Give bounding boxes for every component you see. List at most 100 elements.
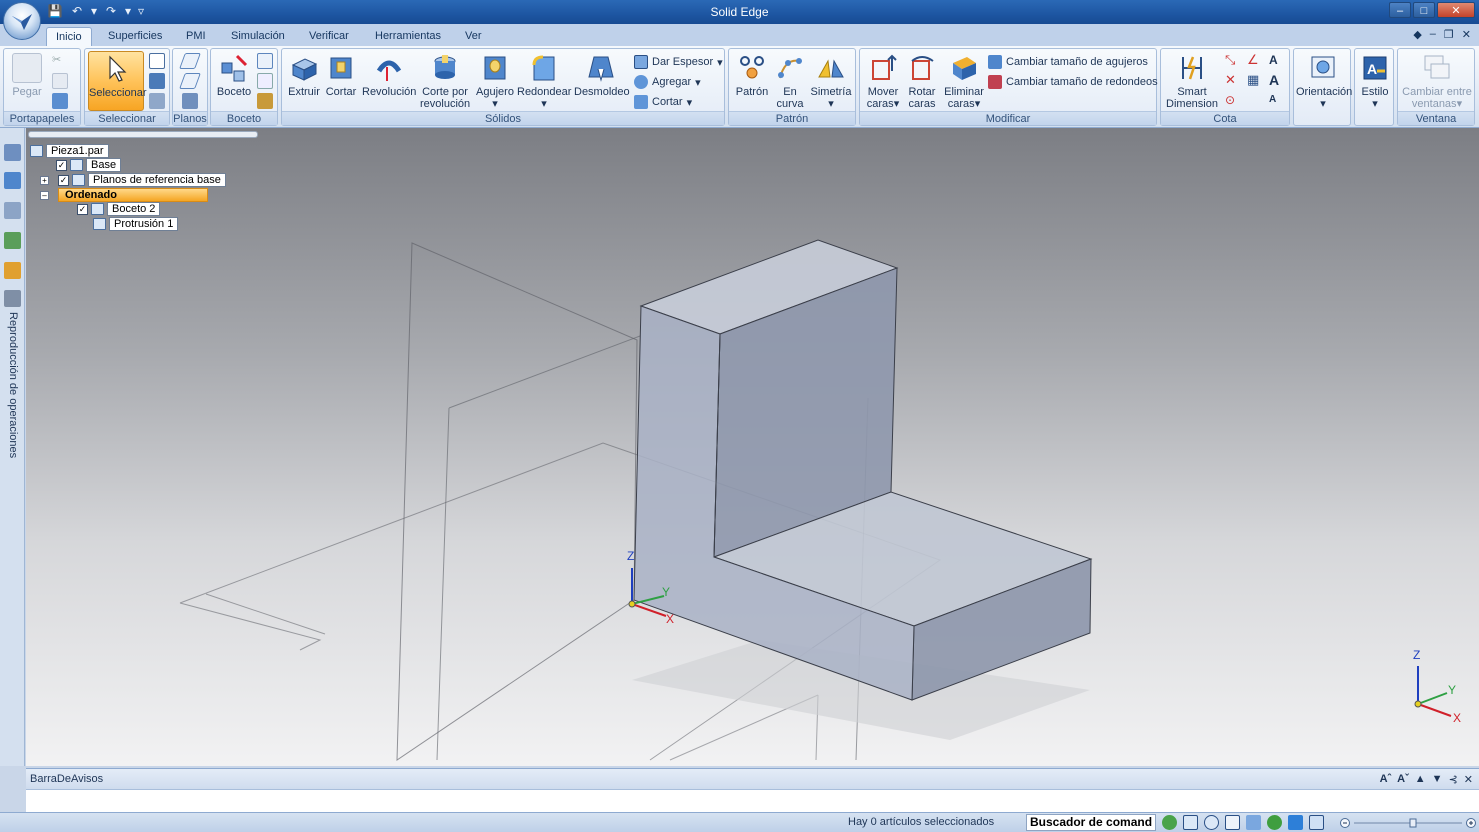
expand-icon[interactable]: + — [40, 175, 49, 185]
select-tools-icon[interactable] — [149, 93, 165, 109]
tab-superficies[interactable]: Superficies — [99, 27, 171, 46]
tab-ver[interactable]: Ver — [456, 27, 491, 46]
view-cube-icon[interactable] — [1288, 815, 1303, 830]
view-style-icon[interactable] — [1309, 815, 1324, 830]
feature-library-icon[interactable] — [4, 202, 21, 219]
plane-icon[interactable] — [179, 53, 201, 69]
select-box-icon[interactable] — [149, 53, 165, 69]
tree-item-ordenado[interactable]: – Ordenado — [40, 188, 208, 202]
orientacion-button[interactable]: Orientación ▾ — [1296, 51, 1352, 111]
zoom-icon[interactable] — [1204, 815, 1219, 830]
pathfinder-icon[interactable] — [4, 144, 21, 161]
coordinate-dimension-icon[interactable]: ⊙ — [1225, 93, 1241, 109]
application-button[interactable] — [3, 2, 41, 40]
dar-espesor-button[interactable]: Dar Espesor ▾ — [634, 53, 723, 71]
minimize-icon[interactable]: – — [1389, 2, 1411, 18]
tab-inicio[interactable]: Inicio — [46, 27, 92, 46]
group-label-patron: Patrón — [729, 111, 855, 125]
agujero-button[interactable]: Agujero ▾ — [474, 51, 516, 111]
coordinate-system-icon[interactable] — [182, 93, 198, 109]
font-decrease-icon[interactable]: Aˇ — [1397, 773, 1409, 786]
patron-button[interactable]: Patrón — [733, 51, 771, 111]
expand-down-icon[interactable]: ▼ — [1432, 773, 1443, 786]
family-of-parts-icon[interactable] — [4, 232, 21, 249]
sensors-icon[interactable] — [4, 262, 21, 279]
tree-root[interactable]: Pieza1.par — [30, 144, 109, 158]
group-modificar: Mover caras▾ Rotar caras Eliminar caras▾… — [859, 48, 1158, 126]
close-icon[interactable]: ✕ — [1464, 773, 1473, 786]
tab-verificar[interactable]: Verificar — [300, 27, 358, 46]
extruir-button[interactable]: Extruir — [285, 51, 323, 111]
tree-item-base[interactable]: ✓ Base — [56, 158, 122, 172]
agregar-button[interactable]: Agregar ▾ — [634, 73, 701, 91]
layers-icon[interactable] — [4, 172, 21, 189]
rotate-icon[interactable] — [1267, 815, 1282, 830]
pencil-icon[interactable] — [257, 93, 273, 109]
pegar-button[interactable]: Pegar — [8, 51, 46, 111]
feature-playback-icon[interactable] — [4, 290, 21, 307]
cortar-small-button[interactable]: Cortar ▾ — [634, 93, 692, 111]
cambiar-ventanas-button[interactable]: Cambiar entre ventanas▾ — [1400, 51, 1474, 111]
feature-playback-tab[interactable]: Reproducción de operaciones — [7, 312, 19, 458]
base-checkbox[interactable]: ✓ — [56, 159, 67, 171]
angle-dimension-icon[interactable]: ∠ — [1247, 53, 1263, 69]
maximize-icon[interactable]: □ — [1413, 2, 1435, 18]
simetria-button[interactable]: Simetría ▾ — [809, 51, 853, 111]
planos-checkbox[interactable]: ✓ — [58, 174, 69, 186]
format-painter-icon[interactable] — [52, 93, 68, 109]
copy-icon[interactable] — [52, 73, 68, 89]
include-icon[interactable] — [257, 73, 273, 89]
fit-icon[interactable] — [1225, 815, 1240, 830]
zoom-area-icon[interactable] — [1183, 815, 1198, 830]
boceto-checkbox[interactable]: ✓ — [77, 203, 88, 215]
dimension-between-icon[interactable]: ⤡ — [1225, 53, 1241, 69]
collapse-icon[interactable]: – — [40, 190, 49, 200]
text-style-icon[interactable]: A — [1269, 53, 1285, 69]
collapse-up-icon[interactable]: ▲ — [1415, 773, 1426, 786]
font-increase-icon[interactable]: A — [1269, 73, 1285, 89]
tree-item-boceto[interactable]: ✓ Boceto 2 — [77, 202, 161, 216]
doc-minimize-icon[interactable]: – — [1430, 28, 1436, 41]
revolucion-button[interactable]: Revolución — [362, 51, 416, 111]
eliminar-caras-button[interactable]: Eliminar caras▾ — [942, 51, 986, 111]
smart-dimension-button[interactable]: Smart Dimension — [1163, 51, 1221, 111]
rotar-caras-button[interactable]: Rotar caras — [904, 51, 940, 111]
en-curva-button[interactable]: En curva — [773, 51, 807, 111]
graphics-viewport[interactable]: Z Y X Z Y X — [26, 128, 1479, 766]
cut-icon[interactable]: ✂ — [52, 53, 68, 69]
close-icon[interactable]: ✕ — [1437, 2, 1475, 18]
command-finder-input[interactable]: Buscador de comand — [1026, 814, 1156, 831]
tab-simulacion[interactable]: Simulación — [222, 27, 294, 46]
mover-caras-button[interactable]: Mover caras▾ — [864, 51, 902, 111]
font-increase-icon[interactable]: Aˆ — [1380, 773, 1392, 786]
extrude-icon — [289, 53, 319, 83]
help-icon[interactable]: ◆ — [1413, 28, 1421, 41]
redondear-button[interactable]: Redondear ▾ — [517, 51, 571, 111]
pan-icon[interactable] — [1246, 815, 1261, 830]
refresh-icon[interactable] — [1162, 815, 1177, 830]
tab-pmi[interactable]: PMI — [177, 27, 215, 46]
desmoldeo-button[interactable]: Desmoldeo — [574, 51, 630, 111]
parallel-plane-icon[interactable] — [179, 73, 201, 89]
seleccionar-button[interactable]: Seleccionar — [88, 51, 146, 111]
delete-faces-icon — [949, 53, 979, 83]
boceto-button[interactable]: Boceto — [213, 51, 255, 111]
symmetric-dimension-icon[interactable]: ▦ — [1247, 73, 1263, 89]
zoom-slider[interactable] — [1340, 818, 1478, 828]
filter-icon[interactable] — [149, 73, 165, 89]
pin-icon[interactable]: ⊰ — [1449, 773, 1458, 786]
project-icon[interactable] — [257, 53, 273, 69]
font-decrease-icon[interactable]: A — [1269, 93, 1285, 109]
doc-restore-icon[interactable]: ❐ — [1444, 28, 1454, 41]
cortar-button[interactable]: Cortar — [324, 51, 358, 111]
distance-between-icon[interactable]: ✕ — [1225, 73, 1241, 89]
tree-item-protrusion[interactable]: Protrusión 1 — [93, 217, 179, 231]
tab-herramientas[interactable]: Herramientas — [366, 27, 450, 46]
tree-item-planos[interactable]: + ✓ Planos de referencia base — [40, 173, 226, 187]
doc-close-icon[interactable]: ✕ — [1462, 28, 1471, 41]
estilo-button[interactable]: A Estilo ▾ — [1357, 51, 1393, 111]
cambiar-agujeros-button[interactable]: Cambiar tamaño de agujeros — [988, 53, 1148, 71]
corte-revolucion-button[interactable]: Corte por revolución — [420, 51, 470, 111]
status-message: Hay 0 artículos seleccionados — [848, 816, 995, 828]
cambiar-redondeos-button[interactable]: Cambiar tamaño de redondeos — [988, 73, 1158, 91]
